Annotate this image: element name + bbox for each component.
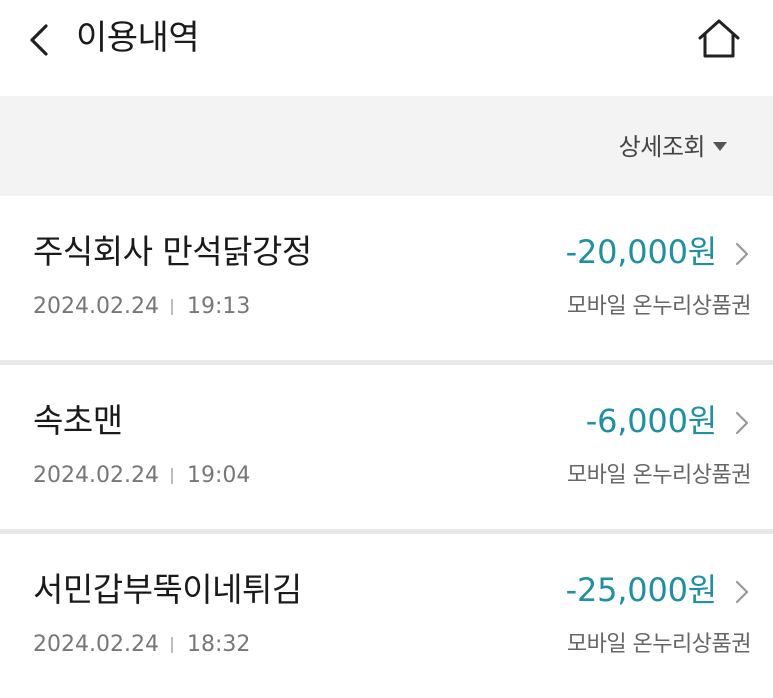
back-button[interactable]: [22, 20, 58, 60]
meta-separator: [170, 299, 173, 315]
transaction-datetime: 2024.02.24 18:32: [33, 630, 250, 660]
transaction-date: 2024.02.24: [33, 632, 159, 657]
page-title: 이용내역: [76, 18, 200, 58]
payment-method: 모바일 온누리상품권: [566, 463, 752, 488]
payment-method: 모바일 온누리상품권: [566, 632, 752, 657]
merchant-name: 서민갑부뚝이네튀김: [33, 570, 302, 609]
home-button[interactable]: [694, 16, 744, 62]
meta-separator: [170, 468, 173, 484]
chevron-right-icon: [735, 580, 749, 604]
chevron-left-icon: [30, 24, 48, 56]
transaction-amount: -20,000원: [565, 233, 718, 271]
transaction-row[interactable]: 서민갑부뚝이네튀김 2024.02.24 18:32 -25,000원 모바일 …: [0, 534, 773, 698]
detail-search-label: 상세조회: [618, 132, 706, 161]
payment-method: 모바일 온누리상품권: [566, 294, 752, 319]
filter-bar: 상세조회: [0, 96, 773, 196]
transaction-datetime: 2024.02.24 19:13: [33, 292, 250, 322]
merchant-name: 주식회사 만석닭강정: [33, 232, 312, 271]
chevron-right-icon: [735, 411, 749, 435]
transaction-time: 18:32: [186, 632, 251, 657]
transaction-time: 19:13: [186, 294, 251, 319]
merchant-name: 속초맨: [33, 401, 123, 440]
caret-down-icon: [713, 141, 727, 151]
transaction-row[interactable]: 속초맨 2024.02.24 19:04 -6,000원 모바일 온누리상품권: [0, 365, 773, 529]
chevron-right-icon: [735, 242, 749, 266]
transaction-row[interactable]: 주식회사 만석닭강정 2024.02.24 19:13 -20,000원 모바일…: [0, 196, 773, 360]
transaction-time: 19:04: [186, 463, 251, 488]
transaction-amount: -6,000원: [585, 402, 717, 440]
transaction-amount: -25,000원: [565, 571, 718, 609]
transaction-date: 2024.02.24: [33, 294, 159, 319]
transaction-list: 주식회사 만석닭강정 2024.02.24 19:13 -20,000원 모바일…: [0, 196, 773, 698]
transaction-date: 2024.02.24: [33, 463, 159, 488]
transaction-datetime: 2024.02.24 19:04: [33, 461, 250, 491]
meta-separator: [170, 637, 173, 653]
app-header: 이용내역: [0, 0, 773, 96]
home-icon: [698, 19, 740, 58]
detail-search-button[interactable]: 상세조회: [619, 126, 727, 162]
